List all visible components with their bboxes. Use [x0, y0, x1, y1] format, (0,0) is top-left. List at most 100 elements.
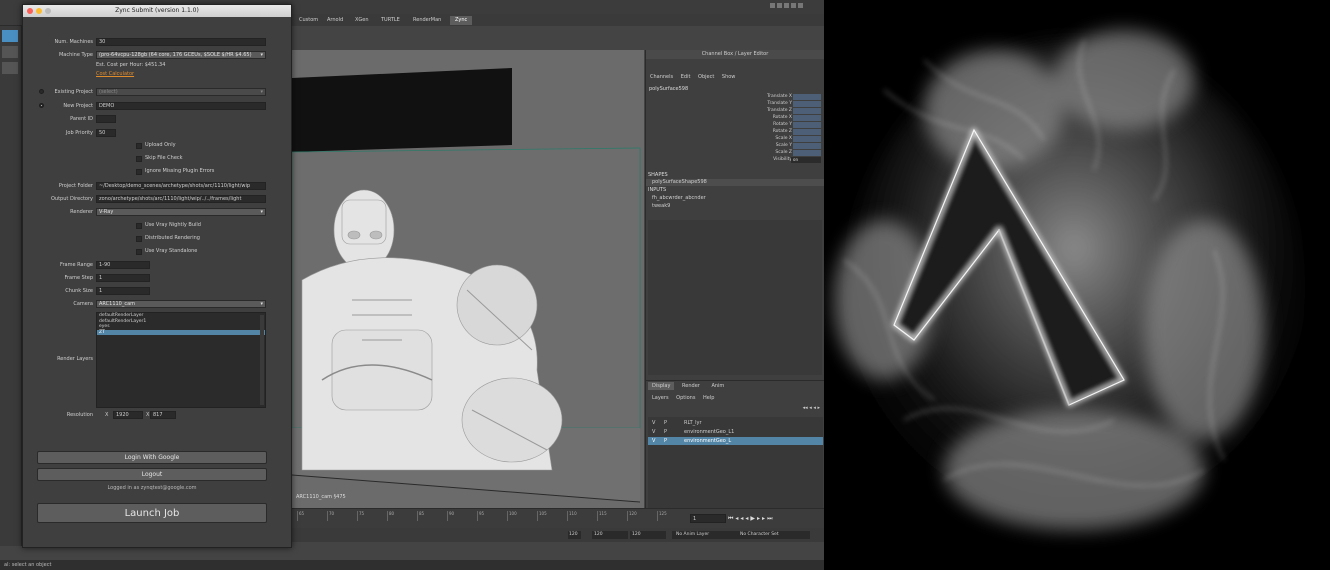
close-window-button[interactable] [27, 8, 33, 14]
job-priority-label: Job Priority [65, 130, 93, 136]
project-folder-input[interactable]: ~/Desktop/demo_scenes/archetype/shots/ar… [96, 182, 266, 190]
ignore-plugin-errors-label: Ignore Missing Plugin Errors [145, 168, 215, 174]
tab-display[interactable]: Display [648, 382, 675, 390]
vray-nightly-checkbox[interactable] [136, 223, 142, 229]
ignore-plugin-errors-checkbox[interactable] [136, 169, 142, 175]
anim-layer-dropdown[interactable]: No Anim Layer [672, 531, 736, 539]
frame-range-input[interactable]: 1-90 [96, 261, 150, 269]
layer-editor-tabs: Display Render Anim [648, 382, 728, 390]
menu-channels[interactable]: Channels [650, 74, 673, 80]
skip-file-check-label: Skip File Check [145, 155, 183, 161]
attr-row[interactable]: Rotate Z [646, 129, 824, 136]
upload-only-label: Upload Only [145, 142, 176, 148]
shape-item[interactable]: polySurfaceShape598 [646, 179, 824, 186]
frame-step-input[interactable]: 1 [96, 274, 150, 282]
renderer-dropdown[interactable]: V-Ray ▾ [96, 208, 266, 216]
input-item[interactable]: tweak9 [652, 203, 670, 209]
input-item[interactable]: fh_abcwrder_abcnder [652, 195, 706, 201]
attr-row[interactable]: Translate Y [646, 101, 824, 108]
shelf-tab-custom[interactable]: Custom [294, 16, 323, 25]
timeline-tick-label: 85 [419, 511, 425, 516]
attr-row[interactable]: Rotate X [646, 115, 824, 122]
resolution-width-input[interactable]: 1920 [113, 411, 143, 419]
existing-project-dropdown[interactable]: (select) ▾ [96, 88, 266, 96]
upload-only-checkbox[interactable] [136, 143, 142, 149]
job-priority-input[interactable]: 50 [96, 129, 116, 137]
dialog-titlebar: Zync Submit (version 1.1.0) [23, 5, 291, 17]
menu-edit[interactable]: Edit [681, 74, 691, 80]
launch-job-button[interactable]: Launch Job [37, 503, 267, 523]
attr-row[interactable]: Translate Z [646, 108, 824, 115]
viewport-panel[interactable]: ARC1110_cam §475 [292, 50, 644, 510]
layer-editor-menu: Layers Options Help [652, 395, 714, 401]
logout-button[interactable]: Logout [37, 468, 267, 481]
layer-row[interactable]: V P environmentGeo_L1 [648, 428, 823, 436]
timeline-tick-label: 105 [539, 511, 547, 516]
tab-render[interactable]: Render [678, 382, 704, 390]
menu-options[interactable]: Options [676, 395, 695, 401]
range-end-field[interactable]: 120 [630, 531, 666, 539]
timeline-ticks: 65 70 75 80 85 90 95 100 105 110 115 120 125 [297, 511, 687, 521]
tool-box [0, 26, 22, 546]
range-mid-field[interactable]: 120 [592, 531, 628, 539]
character-set-dropdown[interactable]: No Character Set [736, 531, 810, 539]
channel-box-menu: Channels Edit Object Show [650, 74, 735, 80]
attribute-list: Translate X Translate Y Translate Z Rota… [646, 94, 824, 166]
status-bar: al: select an object [0, 560, 824, 570]
shelf-tab-xgen[interactable]: XGen [350, 16, 374, 25]
est-cost-text: Est. Cost per Hour: $451.34 [96, 62, 166, 68]
timeline-tick [567, 511, 568, 521]
maximize-window-button[interactable] [45, 8, 51, 14]
render-layers-list[interactable]: defaultRenderLayer defaultRenderLayer1 e… [96, 312, 266, 408]
timeline-tick-label: 125 [659, 511, 667, 516]
range-start-field[interactable]: 120 [568, 531, 581, 539]
paint-tool-icon[interactable] [2, 62, 18, 74]
status-line-icons [770, 3, 820, 11]
layer-row[interactable]: V P RLT_lyr [648, 419, 823, 427]
chunk-size-label: Chunk Size [65, 288, 93, 294]
chevron-down-icon: ▾ [260, 89, 263, 95]
attr-row[interactable]: Rotate Y [646, 122, 824, 129]
output-directory-input[interactable]: zono/archetype/shots/arc/1110/light/wip/… [96, 195, 266, 203]
layer-row-selected[interactable]: V P environmentGeo_L [648, 437, 823, 445]
playback-controls[interactable]: ⏮◂◂◂▶▸▸⏭ [728, 514, 822, 523]
shelf-tab-zync[interactable]: Zync [450, 16, 473, 25]
cost-calculator-link[interactable]: Cost Calculator [96, 71, 134, 77]
camera-dropdown[interactable]: ARC1110_cam ▾ [96, 300, 266, 308]
parent-id-input[interactable] [96, 115, 116, 123]
list-scrollbar[interactable] [260, 315, 264, 405]
channel-box: Channel Box / Layer Editor Channels Edit… [645, 50, 824, 380]
menu-object[interactable]: Object [698, 74, 714, 80]
attr-row[interactable]: Scale Z [646, 150, 824, 157]
render-layer-item-selected[interactable]: ZT [97, 329, 265, 335]
timeline-tick-label: 115 [599, 511, 607, 516]
timeline-tick [477, 511, 478, 521]
vray-standalone-checkbox[interactable] [136, 249, 142, 255]
chunk-size-input[interactable]: 1 [96, 287, 150, 295]
attr-row[interactable]: Scale X [646, 136, 824, 143]
tab-anim[interactable]: Anim [707, 382, 728, 390]
current-frame-field[interactable]: 1 [690, 514, 726, 523]
minimize-window-button[interactable] [36, 8, 42, 14]
select-tool-icon[interactable] [2, 30, 18, 42]
attr-row[interactable]: Visibility on [646, 157, 824, 164]
shelf-tab-renderman[interactable]: RenderMan [408, 16, 446, 25]
lasso-tool-icon[interactable] [2, 46, 18, 58]
menu-layers[interactable]: Layers [652, 395, 669, 401]
skip-file-check-checkbox[interactable] [136, 156, 142, 162]
shelf-tab-turtle[interactable]: TURTLE [376, 16, 405, 25]
chevron-down-icon: ▾ [260, 209, 263, 215]
menu-help[interactable]: Help [703, 395, 714, 401]
resolution-height-input[interactable]: 817 [150, 411, 176, 419]
attr-row[interactable]: Translate X [646, 94, 824, 101]
machine-type-dropdown[interactable]: (pro-64vcpu-128gb (64 core, 176 GCEUs, $… [96, 51, 266, 59]
distributed-rendering-checkbox[interactable] [136, 236, 142, 242]
login-google-button[interactable]: Login With Google [37, 451, 267, 464]
shelf-tab-arnold[interactable]: Arnold [322, 16, 348, 25]
menu-show[interactable]: Show [722, 74, 736, 80]
num-machines-input[interactable]: 30 [96, 38, 266, 46]
new-project-input[interactable]: DEMO [96, 102, 266, 110]
layer-tool-icons[interactable]: ◂◂ ◂ ◂ ▸ [803, 405, 820, 411]
channel-box-empty-area [648, 220, 822, 375]
attr-row[interactable]: Scale Y [646, 143, 824, 150]
